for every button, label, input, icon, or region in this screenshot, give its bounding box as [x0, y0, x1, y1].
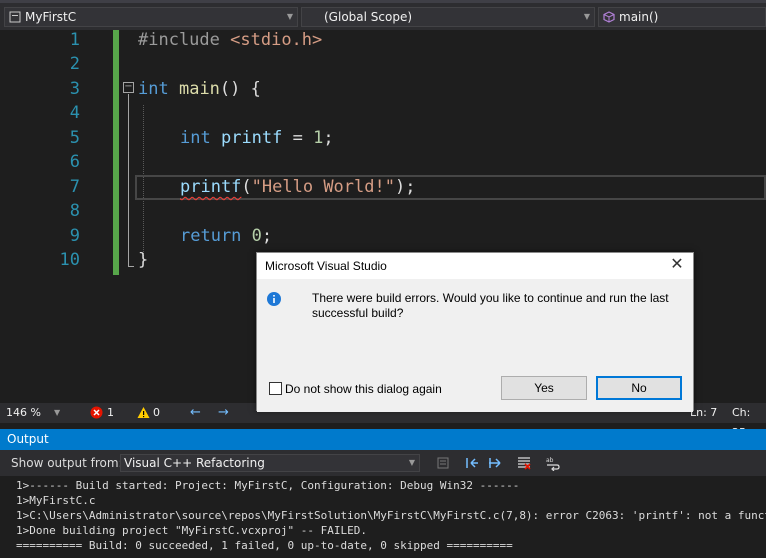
chevron-down-icon: ▼ — [408, 458, 415, 467]
project-dropdown[interactable]: MyFirstC ▼ — [4, 7, 298, 27]
word-wrap-icon[interactable]: ab — [545, 455, 561, 471]
code-line-10: } — [138, 250, 148, 270]
operator: = — [282, 128, 314, 148]
keyword: int — [180, 128, 211, 148]
variable-name: printf — [220, 128, 283, 148]
project-label: MyFirstC — [25, 10, 77, 24]
code-line-9: return 0; — [180, 226, 272, 246]
punctuation: ; — [323, 128, 334, 148]
function-name: main — [178, 79, 220, 99]
build-errors-dialog: Microsoft Visual Studio ✕ There were bui… — [256, 252, 694, 412]
line-number: 2 — [69, 54, 80, 74]
arrow-left-icon[interactable]: ← — [190, 403, 201, 423]
punctuation: () { — [219, 79, 261, 99]
method-cube-icon — [603, 11, 615, 23]
chevron-down-icon: ▼ — [583, 12, 590, 21]
line-number: 9 — [69, 226, 80, 246]
line-number: 5 — [69, 128, 80, 148]
line-number: 7 — [69, 177, 80, 197]
line-number: 10 — [59, 250, 80, 270]
preprocessor-directive: #include — [138, 30, 220, 50]
line-number-gutter: 1 2 3 4 5 6 7 8 9 10 — [0, 30, 112, 403]
punctuation: ); — [394, 177, 416, 197]
info-circle-icon — [267, 292, 281, 306]
code-line-7: printf("Hello World!"); — [180, 177, 415, 197]
include-header: <stdio.h> — [230, 30, 323, 50]
outline-line — [128, 94, 129, 266]
keyword: return — [180, 226, 242, 246]
chevron-down-icon[interactable]: ▼ — [54, 403, 60, 423]
close-icon[interactable]: ✕ — [663, 254, 691, 278]
line-number: 8 — [69, 201, 80, 221]
string-literal: "Hello World!" — [251, 177, 395, 197]
line-number: 6 — [69, 152, 80, 172]
output-tab-label: Output — [7, 432, 49, 446]
punctuation: ; — [261, 226, 273, 246]
error-circle-icon[interactable] — [90, 406, 103, 419]
line-number: 4 — [69, 103, 80, 123]
collapse-minus-icon[interactable]: − — [123, 82, 134, 93]
error-squiggle-identifier: printf — [180, 177, 242, 197]
svg-text:ab: ab — [546, 457, 554, 464]
closing-brace: } — [138, 250, 149, 270]
no-button[interactable]: No — [596, 376, 682, 400]
zoom-level[interactable]: 146 % — [6, 403, 41, 423]
dialog-title: Microsoft Visual Studio — [265, 259, 387, 273]
punctuation: ( — [241, 177, 252, 197]
dialog-titlebar[interactable]: Microsoft Visual Studio ✕ — [257, 253, 693, 279]
member-label: main() — [619, 10, 659, 24]
editor-navigation-bar: MyFirstC ▼ (Global Scope) ▼ main() — [0, 0, 766, 30]
output-line: 1>MyFirstC.c — [16, 494, 96, 507]
warning-triangle-icon[interactable] — [137, 406, 150, 419]
code-line-5: int printf = 1; — [180, 128, 334, 148]
checkbox-label: Do not show this dialog again — [285, 382, 442, 396]
output-source-value: Visual C++ Refactoring — [124, 456, 265, 470]
line-number: 3 — [69, 79, 80, 99]
warning-count[interactable]: 0 — [153, 403, 160, 423]
output-line: 1>------ Build started: Project: MyFirst… — [16, 479, 520, 492]
chevron-down-icon: ▼ — [286, 12, 293, 21]
yes-button[interactable]: Yes — [501, 376, 587, 400]
output-source-select[interactable]: Visual C++ Refactoring ▼ — [120, 454, 420, 472]
clear-all-icon[interactable] — [516, 455, 532, 471]
number-literal: 0 — [251, 226, 262, 246]
do-not-show-checkbox[interactable]: Do not show this dialog again — [269, 382, 442, 396]
member-dropdown[interactable]: main() — [598, 7, 766, 27]
line-position: Ln: 7 — [690, 406, 718, 419]
line-number: 1 — [69, 30, 80, 50]
output-line: 1>C:\Users\Administrator\source\repos\My… — [16, 509, 766, 522]
previous-message-icon[interactable] — [464, 455, 480, 471]
arrow-right-icon[interactable]: → — [218, 403, 229, 423]
c-file-icon — [9, 11, 21, 23]
code-line-1: #include <stdio.h> — [138, 30, 322, 50]
show-output-from-label: Show output from: — [11, 456, 123, 470]
dialog-message: There were build errors. Would you like … — [312, 291, 669, 320]
next-message-icon[interactable] — [487, 455, 503, 471]
output-log[interactable]: 1>------ Build started: Project: MyFirst… — [0, 476, 766, 558]
output-panel-title[interactable]: Output — [0, 429, 766, 450]
code-line-3: int main() { — [138, 79, 261, 99]
find-message-icon[interactable] — [436, 455, 452, 471]
scope-label: (Global Scope) — [324, 10, 413, 24]
keyword: int — [138, 79, 169, 99]
error-count[interactable]: 1 — [107, 403, 114, 423]
outline-line-end — [128, 266, 134, 267]
checkbox-box[interactable] — [269, 382, 282, 395]
number-literal: 1 — [313, 128, 324, 148]
change-tracking-bar — [113, 30, 119, 275]
output-toolbar: Show output from: Visual C++ Refactoring… — [0, 450, 766, 476]
output-line: ========== Build: 0 succeeded, 1 failed,… — [16, 539, 513, 552]
output-line: 1>Done building project "MyFirstC.vcxpro… — [16, 524, 367, 537]
scope-dropdown[interactable]: (Global Scope) ▼ — [301, 7, 595, 27]
